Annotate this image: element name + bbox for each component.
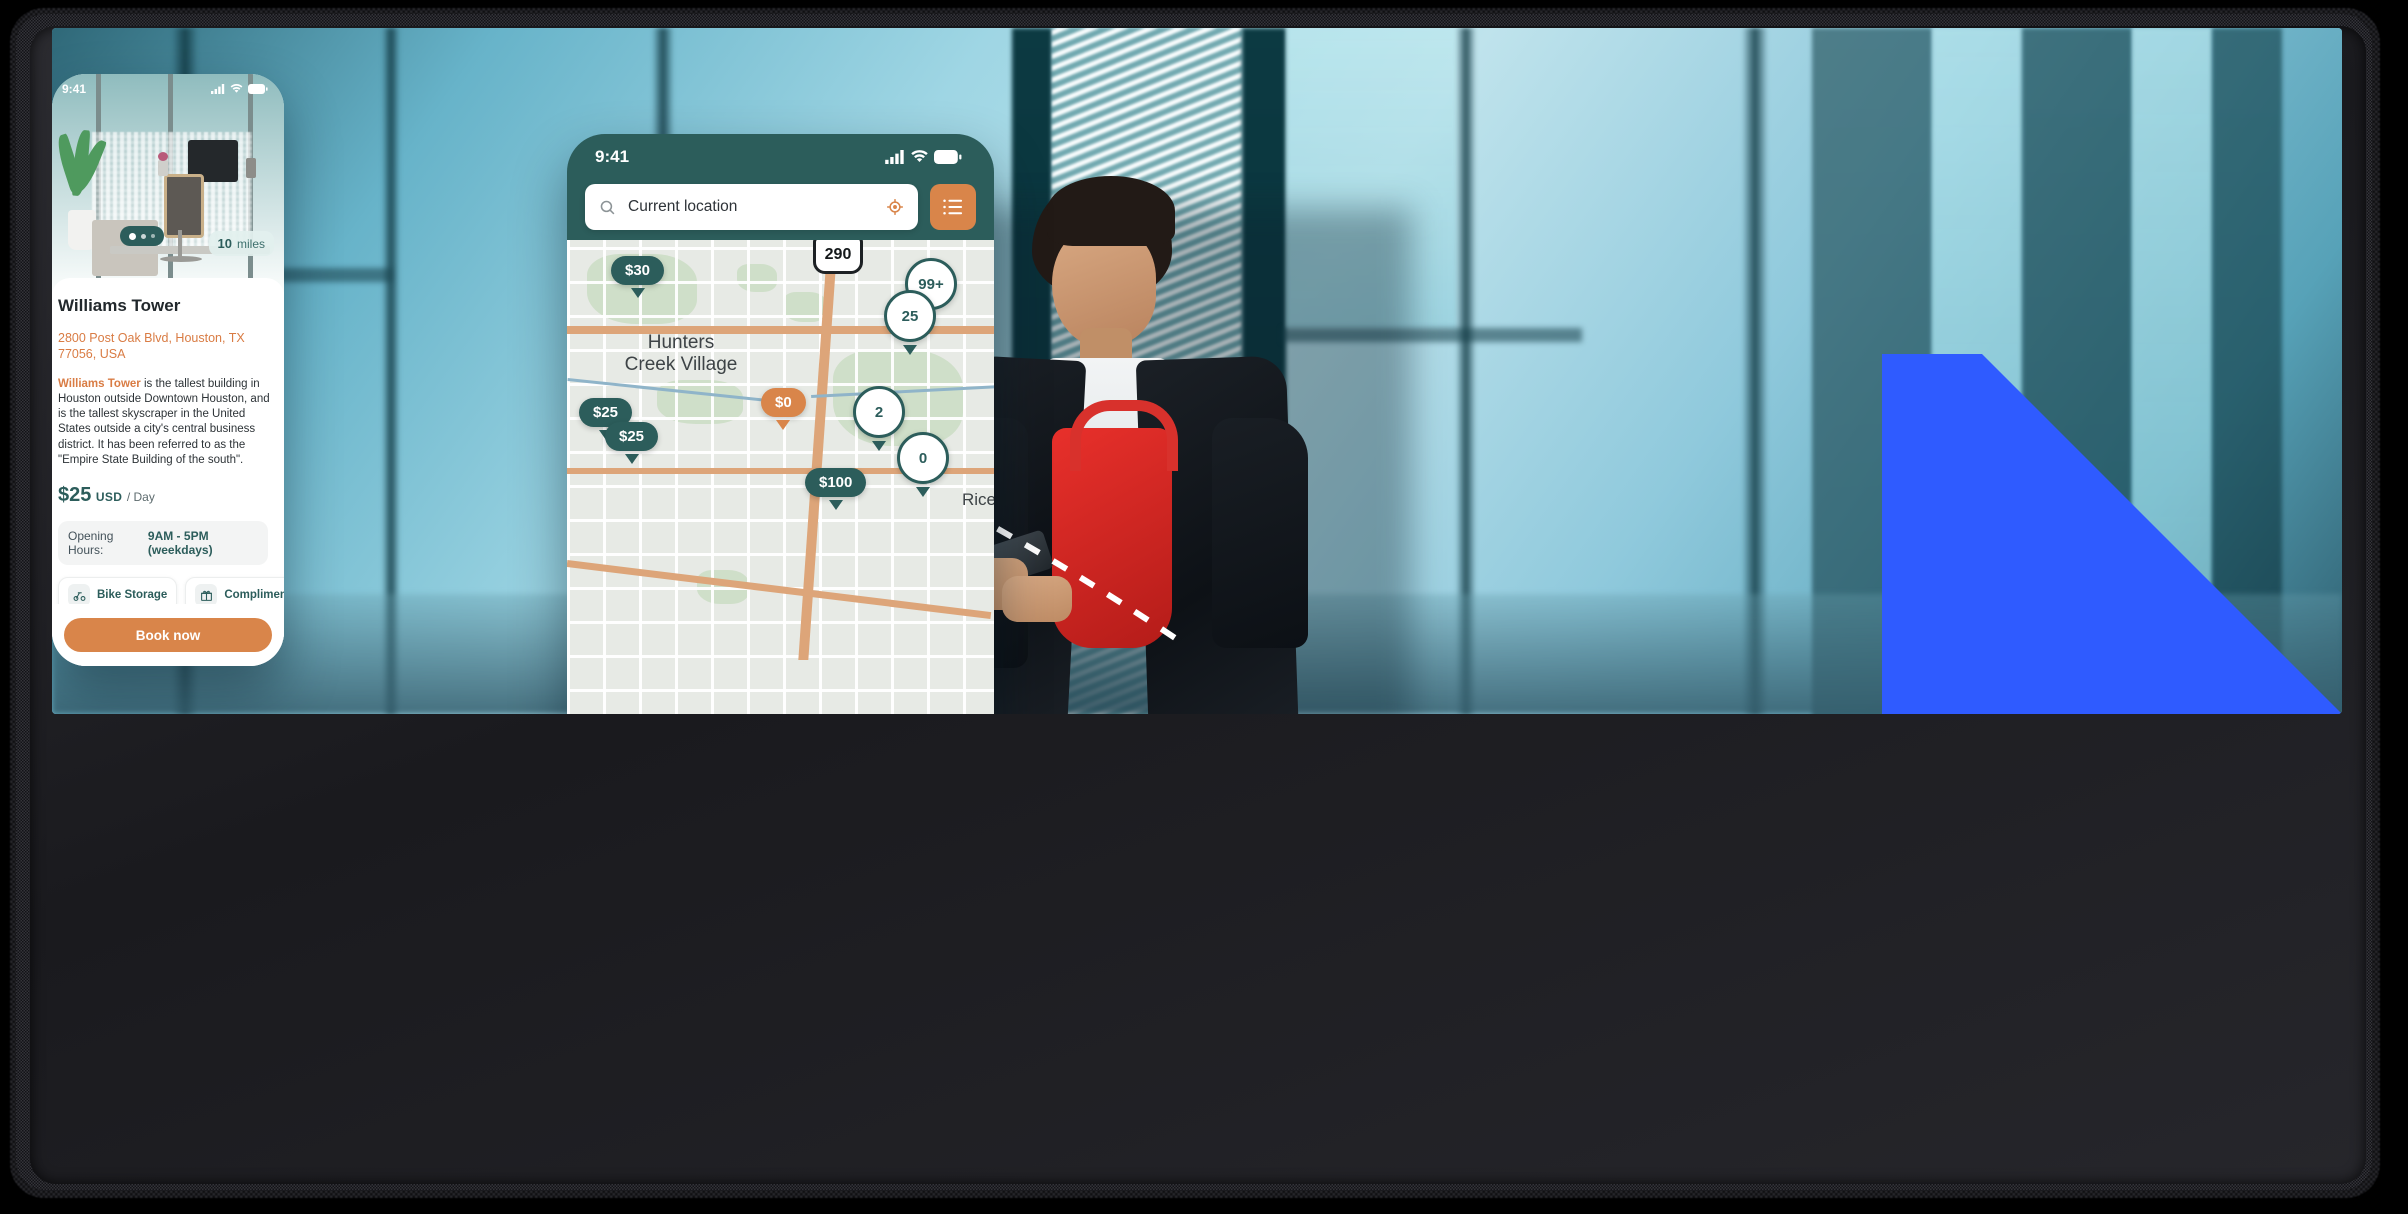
search-row: Current location	[585, 180, 976, 234]
amenity-label: Bike Storage	[97, 589, 168, 602]
screen-content: 10 miles 9:41 Williams Tower 2800 Post O…	[52, 28, 2342, 714]
wifi-icon	[230, 84, 243, 93]
battery-icon	[934, 150, 962, 164]
pin-label: $100	[805, 468, 867, 497]
map-label-hunters-creek: Hunters Creek Village	[624, 332, 738, 375]
pin-label: 2	[853, 386, 905, 438]
distance-unit: miles	[236, 237, 265, 251]
phone-right-map-screen: 9:41 Current location 290 Hunters Creek …	[567, 134, 994, 714]
highway-number: 290	[824, 246, 852, 263]
signal-icon	[885, 150, 904, 164]
amenity-label: Complimentary tea and coffee	[224, 589, 284, 602]
wifi-icon	[911, 150, 928, 163]
price-currency: USD	[95, 490, 123, 505]
status-icons	[211, 84, 268, 94]
listing-photo: 10 miles	[52, 74, 284, 292]
pin-label: 25	[884, 290, 936, 342]
status-bar-right: 9:41	[567, 134, 994, 180]
highway-shield-290: 290	[813, 240, 863, 274]
price-amount: $25	[58, 484, 92, 507]
book-now-button[interactable]: Book now	[64, 618, 272, 652]
opening-hours-value: 9AM - 5PM (weekdays)	[147, 529, 213, 558]
book-now-footer: Book now	[52, 604, 284, 666]
listing-address: 2800 Post Oak Blvd, Houston, TX 77056, U…	[58, 331, 245, 362]
map-pin-price-0[interactable]: $0	[761, 388, 806, 430]
distance-value: 10	[217, 236, 232, 251]
map-view[interactable]: 290 Hunters Creek Village Rice $30 99+ 25…	[567, 240, 994, 714]
status-bar-left: 9:41	[52, 74, 284, 104]
bike-icon	[68, 584, 90, 607]
price-period: / Day	[126, 490, 155, 505]
status-time: 9:41	[62, 82, 87, 96]
phone-left-detail-screen: 10 miles 9:41 Williams Tower 2800 Post O…	[52, 74, 284, 666]
description-body: is the tallest building in Houston outsi…	[58, 377, 270, 466]
pin-label: $30	[611, 256, 665, 285]
crosshair-icon[interactable]	[886, 198, 904, 216]
battery-icon	[248, 84, 268, 94]
search-value: Current location	[628, 198, 738, 215]
pin-label: $0	[761, 388, 806, 417]
signal-icon	[211, 84, 225, 94]
list-icon	[943, 199, 963, 215]
status-icons	[885, 150, 962, 164]
page-title: Williams Tower	[58, 296, 181, 315]
map-pin-cluster-0[interactable]: 0	[897, 432, 949, 497]
background-photo	[52, 28, 2342, 714]
list-view-button[interactable]	[930, 184, 976, 230]
description-highlight: Williams Tower	[58, 377, 141, 390]
opening-hours-label: Opening Hours:	[68, 529, 114, 558]
search-input[interactable]: Current location	[585, 184, 918, 230]
map-pin-price-25-b[interactable]: $25	[605, 422, 659, 464]
map-pin-price-100[interactable]: $100	[805, 468, 867, 510]
opening-hours: Opening Hours: 9AM - 5PM (weekdays)	[58, 521, 268, 566]
listing-price: $25 USD / Day	[58, 484, 284, 507]
gift-icon	[195, 584, 218, 607]
blue-corner-accent	[1882, 354, 2342, 714]
map-pin-price-30[interactable]: $30	[611, 256, 665, 298]
map-label-rice: Rice	[961, 490, 994, 509]
listing-description: Williams Tower is the tallest building i…	[58, 377, 270, 469]
pin-label: $25	[605, 422, 659, 451]
pin-label: 0	[897, 432, 949, 484]
distance-badge: 10 miles	[208, 231, 274, 256]
screenshot-root: 10 miles 9:41 Williams Tower 2800 Post O…	[0, 0, 2408, 1214]
status-time: 9:41	[595, 147, 630, 166]
map-pin-cluster-25[interactable]: 25	[884, 290, 936, 355]
carousel-dots[interactable]	[120, 226, 164, 246]
search-icon	[600, 200, 615, 214]
